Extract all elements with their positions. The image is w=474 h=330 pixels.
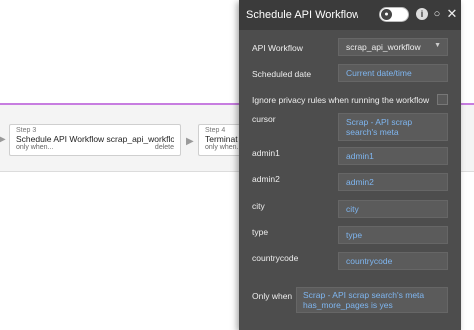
step-3-card[interactable]: Step 3 Schedule API Workflow scrap_api_w… — [9, 124, 181, 156]
close-icon[interactable]: ✕ — [446, 7, 458, 20]
admin1-field[interactable]: admin1 — [338, 147, 448, 165]
city-field[interactable]: city — [338, 200, 448, 218]
arrow-right-icon: ▶ — [186, 136, 194, 147]
api-workflow-value: scrap_api_workflow — [346, 42, 421, 52]
comment-icon[interactable]: ○ — [431, 8, 443, 20]
step-condition: only when... — [205, 144, 243, 151]
step-title: Schedule API Workflow scrap_api_workflow — [16, 134, 174, 144]
type-field[interactable]: type — [338, 226, 448, 244]
countrycode-label: countrycode — [252, 253, 299, 263]
city-label: city — [252, 201, 265, 211]
type-label: type — [252, 227, 269, 237]
ignore-privacy-checkbox[interactable] — [437, 94, 448, 105]
chevron-down-icon: ▼ — [434, 42, 441, 49]
admin1-label: admin1 — [252, 148, 280, 158]
countrycode-field[interactable]: countrycode — [338, 252, 448, 270]
user-icon: ● — [381, 9, 392, 20]
only-when-field[interactable]: Scrap - API scrap search's meta has_more… — [296, 287, 448, 313]
cursor-label: cursor — [252, 114, 276, 124]
step-condition: only when... — [16, 144, 54, 151]
action-property-editor: Schedule API Workflow s ● i ○ ✕ API Work… — [239, 0, 461, 330]
step-number-label: Step 3 — [16, 127, 37, 134]
only-when-label: Only when — [252, 291, 293, 301]
admin2-field[interactable]: admin2 — [338, 173, 448, 191]
ignore-privacy-label: Ignore privacy rules when running the wo… — [252, 95, 430, 105]
panel-title: Schedule API Workflow s — [246, 9, 358, 21]
cursor-field[interactable]: Scrap - API scrap search's meta next_cur… — [338, 113, 448, 141]
admin2-label: admin2 — [252, 174, 280, 184]
api-workflow-label: API Workflow — [252, 43, 303, 53]
scheduled-date-label: Scheduled date — [252, 69, 312, 79]
scheduled-date-field[interactable]: Current date/time — [338, 64, 448, 82]
info-icon[interactable]: i — [416, 8, 428, 20]
arrow-right-icon: ▶ — [0, 134, 6, 145]
delete-step-link[interactable]: delete — [155, 144, 174, 151]
debug-toggle[interactable]: ● — [379, 7, 409, 22]
api-workflow-dropdown[interactable]: scrap_api_workflow ▼ — [338, 38, 448, 56]
panel-header[interactable]: Schedule API Workflow s ● i ○ ✕ — [239, 0, 461, 30]
